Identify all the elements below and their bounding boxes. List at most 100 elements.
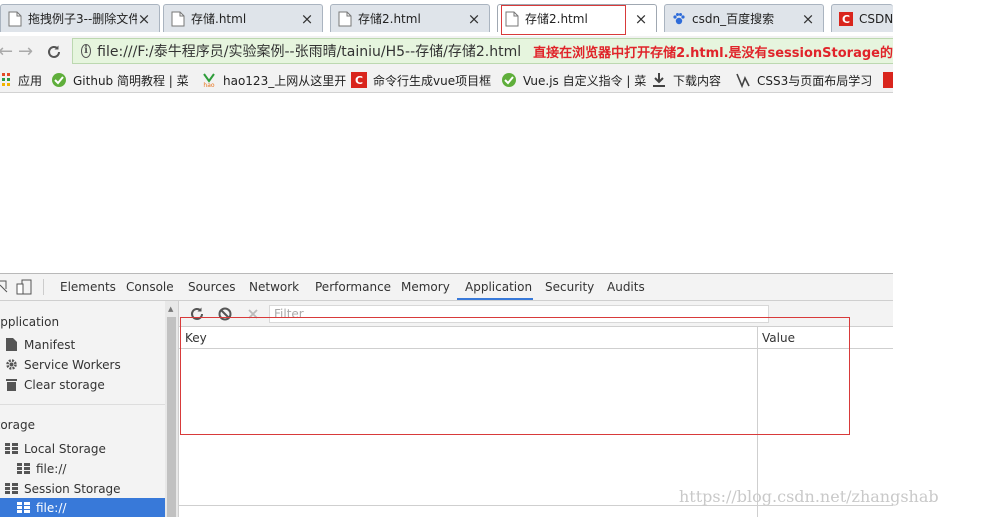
sidebar-item-label: Service Workers xyxy=(24,357,121,372)
bookmark-label: 下载内容 xyxy=(673,73,722,88)
bookmark-label: 命令行生成vue项目框 xyxy=(373,73,492,88)
close-icon[interactable]: × xyxy=(634,10,648,28)
section-header-application: Application xyxy=(0,315,60,329)
sidebar-item-label: Session Storage xyxy=(24,481,121,496)
application-sidebar: Application Manifest Service Workers Cle… xyxy=(0,301,179,517)
scroll-up-arrow-icon[interactable]: ▲ xyxy=(168,305,173,313)
tab-performance[interactable]: Performance xyxy=(315,280,391,294)
svg-text:C: C xyxy=(355,74,363,87)
bookmark-item[interactable]: Github 简明教程 | 菜 xyxy=(51,71,189,89)
grid-table-icon xyxy=(5,483,18,494)
bookmark-item[interactable]: hao hao123_上网从这里开 xyxy=(201,71,346,89)
bookmark-label: 应用 xyxy=(18,73,43,88)
bookmark-item[interactable]: Vue.js 自定义指令 | 菜 xyxy=(501,71,646,89)
browser-toolbar: ← → i file:///F:/泰牛程序员/实验案例--张雨晴/tainiu/… xyxy=(0,36,893,69)
tab-network[interactable]: Network xyxy=(249,280,299,294)
close-icon[interactable]: × xyxy=(467,10,481,28)
grid-table-icon xyxy=(5,443,18,454)
section-header-storage: Storage xyxy=(0,418,35,432)
bookmark-label: Vue.js 自定义指令 | 菜 xyxy=(523,73,647,88)
runoob-icon xyxy=(502,73,516,87)
bookmark-item[interactable]: CSS3与页面布局学习 xyxy=(735,71,872,89)
inspect-element-icon[interactable] xyxy=(0,279,8,295)
sidebar-item-session-storage[interactable]: Session Storage xyxy=(5,479,165,498)
tab-title: 存储.html xyxy=(191,12,247,26)
svg-text:hao: hao xyxy=(203,82,214,88)
bookmark-label: hao123_上网从这里开 xyxy=(223,73,347,88)
browser-tab[interactable]: csdn_百度搜索 × xyxy=(664,4,824,32)
page-icon xyxy=(171,11,185,26)
bookmark-apps[interactable]: 应用 xyxy=(0,71,42,89)
active-tab-indicator xyxy=(457,298,533,300)
bookmark-item[interactable]: C 命令行生成vue项目框 xyxy=(351,71,491,89)
hao123-icon: hao xyxy=(203,73,215,88)
sidebar-item-label: file:// xyxy=(36,461,67,476)
empty-storage-highlight-box xyxy=(180,317,850,435)
back-arrow-icon[interactable]: ← xyxy=(0,41,13,62)
browser-tab[interactable]: 拖拽例子3--删除文件 × xyxy=(0,4,160,32)
device-toggle-icon[interactable] xyxy=(16,279,32,295)
tab-title: csdn_百度搜索 xyxy=(692,12,775,26)
tab-console[interactable]: Console xyxy=(126,280,174,294)
cnblogs-icon xyxy=(736,73,750,88)
sidebar-item-label: Clear storage xyxy=(24,377,105,392)
svg-text:C: C xyxy=(842,13,850,26)
sidebar-item-session-file[interactable]: file:// xyxy=(0,498,165,517)
tab-strip: 拖拽例子3--删除文件 × 存储.html × 存储2.html × 存储2.h… xyxy=(0,0,893,36)
active-tab-highlight-box xyxy=(501,5,626,35)
bookmark-label: Github 简明教程 | 菜 xyxy=(73,73,189,88)
annotation-note: 直接在浏览器中打开存储2.html.是没有sessionStorage的 xyxy=(533,45,893,61)
grid-table-icon xyxy=(17,463,30,474)
info-icon[interactable]: i xyxy=(81,44,92,58)
sidebar-item-clear-storage[interactable]: Clear storage xyxy=(5,375,165,394)
csdn-icon[interactable] xyxy=(883,72,893,88)
download-icon xyxy=(653,73,665,87)
close-icon[interactable]: × xyxy=(137,10,151,28)
grid-table-icon xyxy=(17,502,30,513)
devtools-tab-bar: Elements Console Sources Network Perform… xyxy=(0,274,893,301)
file-icon xyxy=(6,338,17,351)
url-text[interactable]: file:///F:/泰牛程序员/实验案例--张雨晴/tainiu/H5--存储… xyxy=(97,41,521,61)
forward-arrow-icon[interactable]: → xyxy=(18,41,33,62)
reload-icon[interactable] xyxy=(46,44,62,60)
sidebar-scrollbar[interactable]: ▲ xyxy=(165,301,178,517)
tab-security[interactable]: Security xyxy=(545,280,594,294)
tab-application[interactable]: Application xyxy=(465,280,532,294)
page-icon xyxy=(8,11,22,26)
sidebar-item-local-file[interactable]: file:// xyxy=(17,459,165,478)
bookmark-label: CSS3与页面布局学习 xyxy=(757,73,873,88)
tab-audits[interactable]: Audits xyxy=(607,280,645,294)
sidebar-item-label: Manifest xyxy=(24,337,76,352)
gear-icon xyxy=(6,359,17,370)
tab-title: CSDN- xyxy=(859,11,893,26)
sidebar-item-service-workers[interactable]: Service Workers xyxy=(5,355,165,374)
csdn-icon: C xyxy=(839,11,853,26)
csdn-icon: C xyxy=(351,72,367,88)
sidebar-item-label: Local Storage xyxy=(24,441,106,456)
close-icon[interactable]: × xyxy=(300,10,314,28)
tab-sources[interactable]: Sources xyxy=(188,280,235,294)
trash-icon xyxy=(6,379,17,391)
tab-title: 拖拽例子3--删除文件 xyxy=(28,12,137,26)
tab-elements[interactable]: Elements xyxy=(60,280,116,294)
tab-title: 存储2.html xyxy=(358,12,421,26)
bookmark-item[interactable]: 下载内容 xyxy=(651,71,721,89)
browser-tab[interactable]: 存储2.html × xyxy=(330,4,490,32)
baidu-paw-icon xyxy=(673,12,685,24)
browser-tab[interactable]: C CSDN- xyxy=(831,4,893,32)
address-bar[interactable]: i file:///F:/泰牛程序员/实验案例--张雨晴/tainiu/H5--… xyxy=(72,38,893,64)
browser-tab[interactable]: 存储.html × xyxy=(163,4,323,32)
divider xyxy=(0,404,165,405)
watermark-text: https://blog.csdn.net/zhangshab xyxy=(679,487,939,506)
runoob-icon xyxy=(52,73,66,87)
close-icon[interactable]: × xyxy=(801,10,815,28)
bookmarks-bar: 应用 Github 简明教程 | 菜 hao hao123_上网从这里开 C 命… xyxy=(0,68,893,93)
tab-memory[interactable]: Memory xyxy=(401,280,450,294)
scrollbar-thumb[interactable] xyxy=(167,317,176,517)
apps-grid-icon xyxy=(2,73,10,86)
divider xyxy=(43,279,44,295)
sidebar-item-label: file:// xyxy=(36,500,67,515)
sidebar-item-manifest[interactable]: Manifest xyxy=(5,335,165,354)
page-icon xyxy=(338,11,352,26)
sidebar-item-local-storage[interactable]: Local Storage xyxy=(5,439,165,458)
